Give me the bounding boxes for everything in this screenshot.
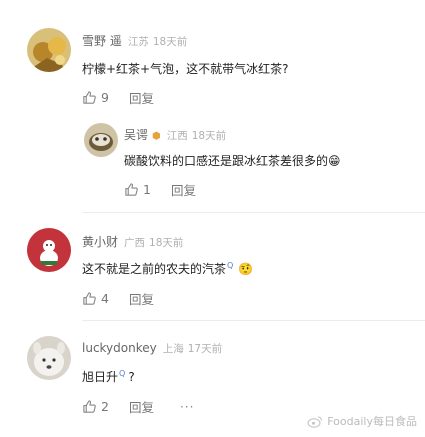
divider	[82, 320, 425, 321]
avatar[interactable]	[27, 28, 71, 72]
comment-meta: 黄小财 广西 18天前	[82, 233, 183, 250]
comment-text-body: 这不就是之前的农夫的汽茶	[82, 262, 227, 276]
watermark: Foodaily每日食品	[307, 413, 417, 429]
avatar[interactable]	[84, 123, 118, 157]
thumbs-up-icon	[83, 400, 96, 413]
watermark-text: Foodaily每日食品	[327, 415, 417, 428]
comment-text-trail: ?	[128, 370, 135, 384]
username[interactable]: luckydonkey	[82, 341, 157, 355]
comment-actions: 1 回复	[124, 180, 196, 199]
like-button[interactable]: 9	[82, 90, 109, 105]
comment-meta: 雪野 遥江苏 18天前	[82, 32, 187, 49]
like-count: 9	[101, 90, 109, 105]
comment-actions: 9 回复	[82, 88, 154, 107]
search-icon[interactable]: Q	[227, 261, 233, 270]
comment-text: 这不就是之前的农夫的汽茶Q 🤨	[82, 260, 253, 277]
timestamp: 18天前	[191, 130, 227, 142]
timestamp: 17天前	[187, 343, 223, 355]
avatar[interactable]	[27, 336, 71, 380]
like-button[interactable]: 1	[124, 182, 151, 197]
comment-actions: 2 回复 ···	[82, 397, 194, 416]
avatar[interactable]	[27, 228, 71, 272]
reply-button[interactable]: 回复	[129, 397, 154, 416]
location: 广西	[124, 237, 146, 249]
thumbs-up-icon	[83, 91, 96, 104]
location: 江苏	[127, 36, 149, 48]
timestamp: 18天前	[152, 36, 188, 48]
thumbs-up-icon	[83, 292, 96, 305]
location: 江西	[166, 130, 188, 142]
like-count: 1	[143, 182, 151, 197]
reply-button[interactable]: 回复	[129, 88, 154, 107]
username[interactable]: 雪野 遥	[82, 34, 122, 48]
like-count: 4	[101, 291, 109, 306]
comment-meta: 吴谔 ⬢ 江西 18天前	[124, 126, 226, 143]
comment-text-body: 旭日升	[82, 370, 119, 384]
divider	[82, 212, 425, 213]
comment-text: 碳酸饮料的口感还是跟冰红茶差很多的😁	[124, 154, 341, 168]
username[interactable]: 吴谔	[124, 128, 148, 142]
emoji: 🤨	[238, 262, 254, 276]
thumbs-up-icon	[125, 183, 138, 196]
verified-icon: ⬢	[152, 131, 161, 142]
comment-text: 柠檬+红茶+气泡，这不就带气冰红茶?	[82, 62, 289, 76]
like-count: 2	[101, 399, 109, 414]
timestamp: 18天前	[149, 237, 184, 249]
comment-text: 旭日升Q?	[82, 368, 135, 385]
reply-button[interactable]: 回复	[171, 180, 196, 199]
username[interactable]: 黄小财	[82, 235, 118, 249]
more-options-button[interactable]: ···	[180, 400, 194, 414]
like-button[interactable]: 4	[82, 291, 109, 306]
comment-actions: 4 回复	[82, 289, 154, 308]
weibo-icon	[307, 415, 323, 428]
like-button[interactable]: 2	[82, 399, 109, 414]
reply-button[interactable]: 回复	[129, 289, 154, 308]
comment-meta: luckydonkey 上海 17天前	[82, 341, 222, 356]
search-icon[interactable]: Q	[119, 369, 125, 378]
location: 上海	[162, 343, 184, 355]
